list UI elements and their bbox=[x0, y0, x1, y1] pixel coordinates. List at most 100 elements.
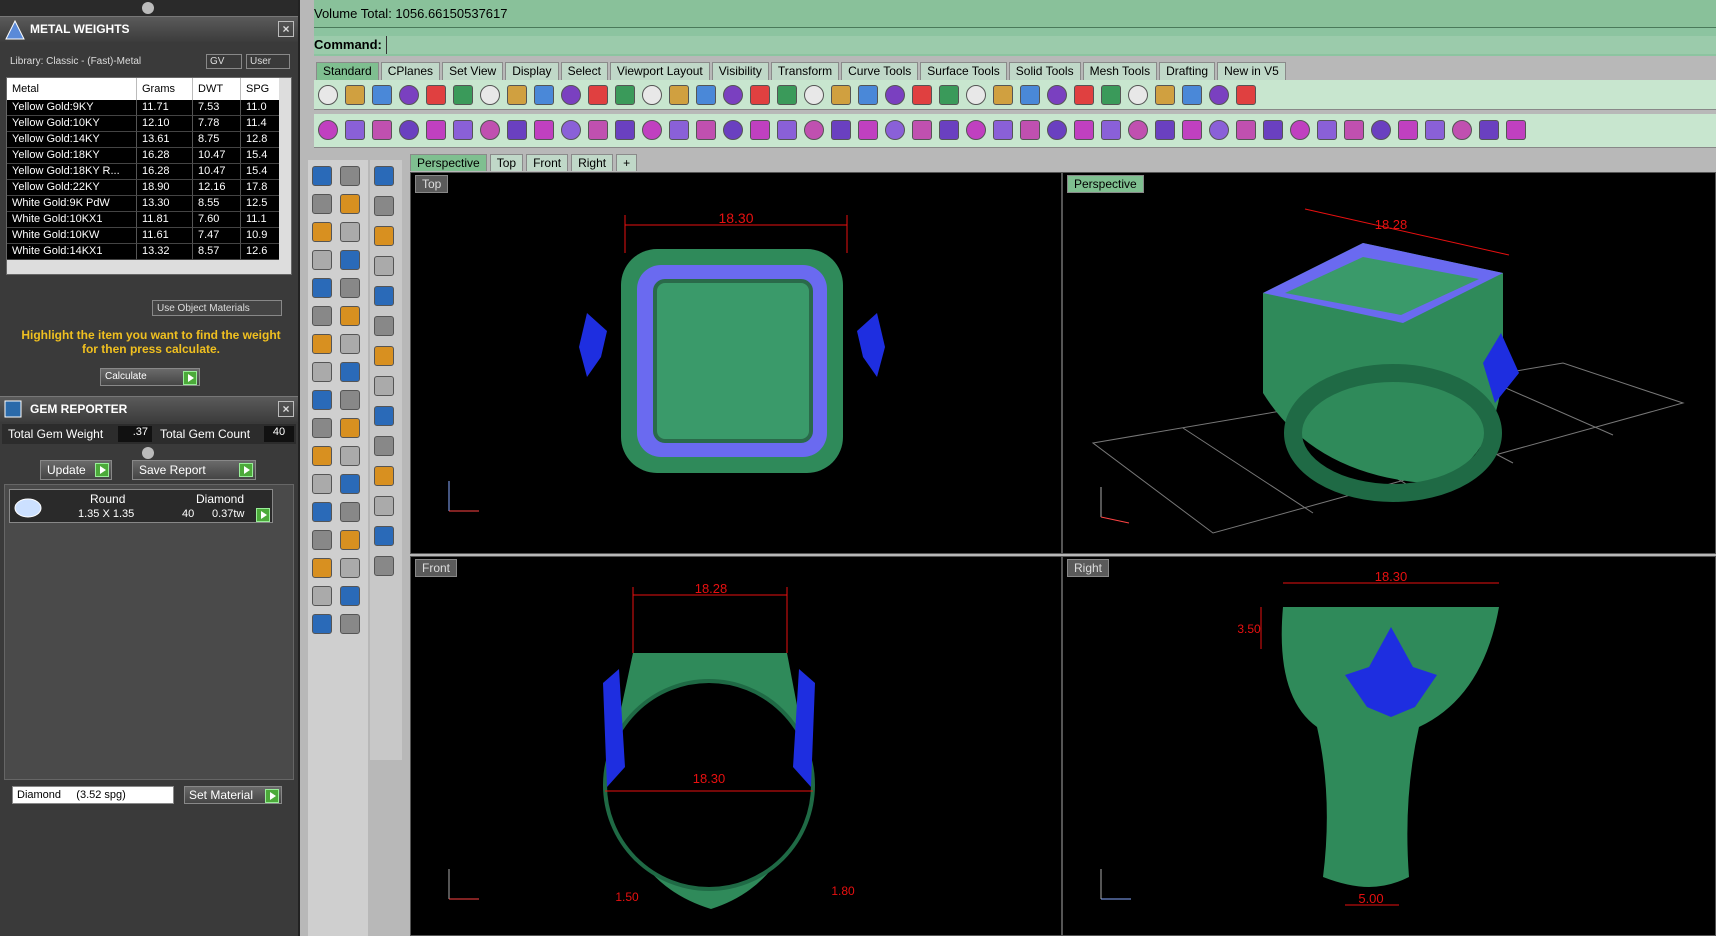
tool-icon[interactable] bbox=[1209, 85, 1229, 105]
tool-icon[interactable] bbox=[426, 85, 446, 105]
toolbar-tab-standard[interactable]: Standard bbox=[316, 62, 379, 80]
tool-icon[interactable] bbox=[1128, 85, 1148, 105]
tool-icon[interactable] bbox=[669, 120, 689, 140]
tool-icon[interactable] bbox=[858, 120, 878, 140]
tool-icon[interactable] bbox=[312, 334, 332, 354]
tool-icon[interactable] bbox=[1236, 120, 1256, 140]
tool-icon[interactable] bbox=[318, 120, 338, 140]
tool-icon[interactable] bbox=[340, 278, 360, 298]
tool-icon[interactable] bbox=[561, 120, 581, 140]
tool-icon[interactable] bbox=[777, 85, 797, 105]
tool-icon[interactable] bbox=[374, 436, 394, 456]
tool-icon[interactable] bbox=[340, 390, 360, 410]
tool-icon[interactable] bbox=[318, 85, 338, 105]
update-button[interactable]: Update bbox=[40, 460, 112, 480]
tool-icon[interactable] bbox=[340, 614, 360, 634]
tool-icon[interactable] bbox=[340, 166, 360, 186]
viewport-front[interactable]: Front 18.28 18.30 1.50 1.80 bbox=[410, 556, 1062, 936]
viewport-perspective[interactable]: Perspective 18.28 bbox=[1062, 172, 1716, 554]
tool-icon[interactable] bbox=[804, 85, 824, 105]
toolbar-tab-mesh-tools[interactable]: Mesh Tools bbox=[1082, 62, 1158, 80]
use-object-materials[interactable]: Use Object Materials bbox=[152, 300, 282, 316]
tool-icon[interactable] bbox=[312, 614, 332, 634]
tool-icon[interactable] bbox=[1101, 85, 1121, 105]
toolbar-tab-visibility[interactable]: Visibility bbox=[711, 62, 769, 80]
collapse-icon[interactable] bbox=[142, 2, 154, 14]
tool-icon[interactable] bbox=[669, 85, 689, 105]
tool-icon[interactable] bbox=[561, 85, 581, 105]
tool-icon[interactable] bbox=[1020, 85, 1040, 105]
tool-icon[interactable] bbox=[374, 256, 394, 276]
viewport-tab-right[interactable]: Right bbox=[571, 154, 614, 171]
gv-toggle[interactable]: GV bbox=[206, 54, 242, 69]
save-report-button[interactable]: Save Report bbox=[132, 460, 256, 480]
tool-icon[interactable] bbox=[340, 530, 360, 550]
tool-icon[interactable] bbox=[340, 474, 360, 494]
tool-icon[interactable] bbox=[858, 85, 878, 105]
tool-icon[interactable] bbox=[723, 120, 743, 140]
tool-icon[interactable] bbox=[804, 120, 824, 140]
go-icon[interactable] bbox=[256, 508, 270, 522]
collapse-icon[interactable] bbox=[142, 447, 154, 459]
gem-row[interactable]: Round Diamond 1.35 X 1.35 40 0.37tw bbox=[9, 489, 273, 523]
tool-icon[interactable] bbox=[312, 390, 332, 410]
tool-icon[interactable] bbox=[1047, 120, 1067, 140]
tool-icon[interactable] bbox=[1344, 120, 1364, 140]
table-row[interactable]: Yellow Gold:9KY 11.71 7.53 11.0 bbox=[7, 100, 291, 116]
tool-icon[interactable] bbox=[340, 222, 360, 242]
toolbar-tab-transform[interactable]: Transform bbox=[770, 62, 840, 80]
viewport-tab-front[interactable]: Front bbox=[526, 154, 569, 171]
tool-icon[interactable] bbox=[831, 85, 851, 105]
viewport-tab-top[interactable]: Top bbox=[489, 154, 524, 171]
tool-icon[interactable] bbox=[374, 226, 394, 246]
table-row[interactable]: White Gold:9K PdW 13.30 8.55 12.5 bbox=[7, 196, 291, 212]
table-row[interactable]: Yellow Gold:14KY 13.61 8.75 12.8 bbox=[7, 132, 291, 148]
tool-icon[interactable] bbox=[312, 502, 332, 522]
tool-icon[interactable] bbox=[312, 278, 332, 298]
user-toggle[interactable]: User bbox=[246, 54, 290, 69]
tool-icon[interactable] bbox=[312, 418, 332, 438]
tool-icon[interactable] bbox=[312, 166, 332, 186]
toolbar-tab-drafting[interactable]: Drafting bbox=[1159, 62, 1216, 80]
command-input[interactable] bbox=[386, 36, 387, 54]
tool-icon[interactable] bbox=[1209, 120, 1229, 140]
tool-icon[interactable] bbox=[1317, 120, 1337, 140]
tool-icon[interactable] bbox=[912, 120, 932, 140]
toolbar-tab-cplanes[interactable]: CPlanes bbox=[380, 62, 441, 80]
tool-icon[interactable] bbox=[312, 362, 332, 382]
table-row[interactable]: White Gold:10KX1 11.81 7.60 11.1 bbox=[7, 212, 291, 228]
col-metal[interactable]: Metal bbox=[7, 78, 137, 100]
tool-icon[interactable] bbox=[340, 306, 360, 326]
tool-icon[interactable] bbox=[345, 85, 365, 105]
tool-icon[interactable] bbox=[1074, 120, 1094, 140]
viewport-tab-add[interactable]: + bbox=[616, 154, 638, 171]
tool-icon[interactable] bbox=[1506, 120, 1526, 140]
tool-icon[interactable] bbox=[312, 530, 332, 550]
viewport-right[interactable]: Right 18.30 3.50 5.00 bbox=[1062, 556, 1716, 936]
tool-icon[interactable] bbox=[374, 346, 394, 366]
tool-icon[interactable] bbox=[312, 586, 332, 606]
tool-icon[interactable] bbox=[534, 85, 554, 105]
tool-icon[interactable] bbox=[1155, 85, 1175, 105]
panel-splitter[interactable] bbox=[0, 0, 298, 16]
tool-icon[interactable] bbox=[312, 222, 332, 242]
tool-icon[interactable] bbox=[696, 120, 716, 140]
tool-icon[interactable] bbox=[312, 250, 332, 270]
tool-icon[interactable] bbox=[1479, 120, 1499, 140]
toolbar-tab-viewport-layout[interactable]: Viewport Layout bbox=[609, 62, 710, 80]
calculate-button[interactable]: Calculate bbox=[100, 368, 200, 386]
tool-icon[interactable] bbox=[374, 556, 394, 576]
tool-icon[interactable] bbox=[885, 120, 905, 140]
tool-icon[interactable] bbox=[340, 362, 360, 382]
tool-icon[interactable] bbox=[374, 166, 394, 186]
tool-icon[interactable] bbox=[1263, 120, 1283, 140]
tool-icon[interactable] bbox=[507, 85, 527, 105]
viewport-top[interactable]: Top 18.30 bbox=[410, 172, 1062, 554]
tool-icon[interactable] bbox=[642, 120, 662, 140]
tool-icon[interactable] bbox=[1047, 85, 1067, 105]
tool-icon[interactable] bbox=[993, 85, 1013, 105]
tool-icon[interactable] bbox=[615, 120, 635, 140]
tool-icon[interactable] bbox=[372, 120, 392, 140]
tool-icon[interactable] bbox=[1398, 120, 1418, 140]
tool-icon[interactable] bbox=[1182, 120, 1202, 140]
